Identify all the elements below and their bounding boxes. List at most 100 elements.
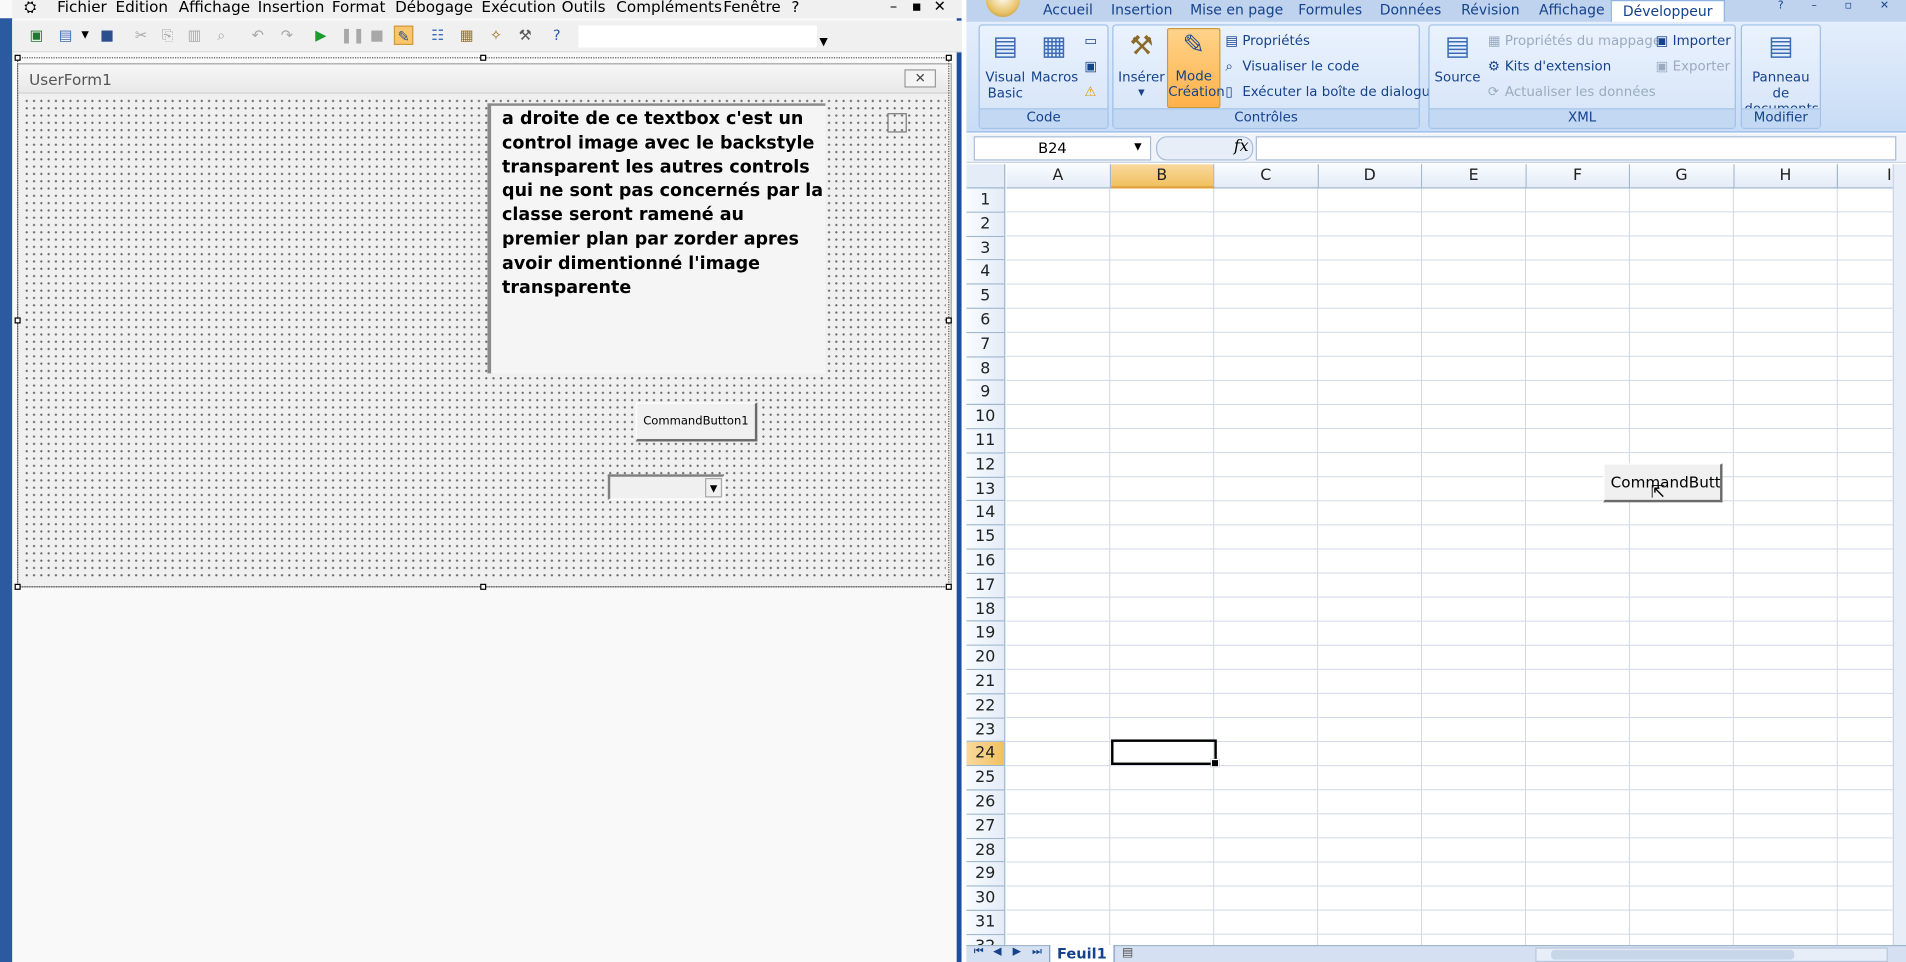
proprietes-mappage-button[interactable]: ▦ Propriétés du mappage bbox=[1488, 33, 1661, 49]
menu-fichier[interactable]: Fichier bbox=[57, 0, 107, 16]
menu-complements[interactable]: Compléments bbox=[616, 0, 722, 16]
tab-revision[interactable]: Révision bbox=[1461, 1, 1519, 18]
help-icon[interactable]: ? bbox=[547, 26, 566, 45]
name-box[interactable]: B24 bbox=[973, 136, 1152, 161]
row-header-18[interactable]: 18 bbox=[966, 597, 1006, 622]
column-header-b[interactable]: B bbox=[1110, 164, 1215, 189]
menu-execution[interactable]: Exécution bbox=[481, 0, 556, 16]
pause-icon[interactable]: ❚❚ bbox=[340, 26, 364, 45]
next-sheet-icon[interactable]: ▶ bbox=[1013, 946, 1021, 958]
column-header-c[interactable]: C bbox=[1214, 164, 1319, 189]
first-sheet-icon[interactable]: ⏮ bbox=[974, 946, 984, 958]
tab-developpeur[interactable]: Développeur bbox=[1610, 0, 1725, 22]
menu-outils[interactable]: Outils bbox=[562, 0, 606, 16]
copy-icon[interactable]: ⎘ bbox=[158, 26, 177, 45]
column-header-a[interactable]: A bbox=[1006, 164, 1111, 189]
column-header-g[interactable]: G bbox=[1630, 164, 1735, 189]
row-header-6[interactable]: 6 bbox=[966, 308, 1006, 333]
row-header-21[interactable]: 21 bbox=[966, 670, 1006, 695]
column-header-d[interactable]: D bbox=[1318, 164, 1423, 189]
row-header-27[interactable]: 27 bbox=[966, 814, 1006, 839]
vbe-close-button[interactable]: ✕ bbox=[934, 0, 946, 15]
menu-insertion[interactable]: Insertion bbox=[258, 0, 325, 16]
run-icon[interactable]: ▶ bbox=[311, 26, 330, 45]
exporter-button[interactable]: ▣ Exporter bbox=[1656, 58, 1731, 74]
tab-accueil[interactable]: Accueil bbox=[1043, 1, 1093, 18]
row-header-32[interactable]: 32 bbox=[966, 935, 1006, 945]
tab-donnees[interactable]: Données bbox=[1380, 1, 1442, 18]
menu-format[interactable]: Format bbox=[332, 0, 386, 16]
macro-security-icon[interactable]: ⚠ bbox=[1084, 84, 1096, 100]
panneau-documents-button[interactable]: ▤ Panneau de documents bbox=[1744, 30, 1818, 117]
resize-handle[interactable] bbox=[945, 54, 952, 61]
select-all-corner[interactable] bbox=[966, 164, 1006, 189]
mode-creation-button[interactable]: ✎ Mode Création bbox=[1166, 27, 1225, 109]
chevron-down-icon[interactable]: ▼ bbox=[705, 477, 723, 498]
row-header-1[interactable]: 1 bbox=[966, 188, 1006, 213]
paste-icon[interactable]: ▥ bbox=[185, 26, 204, 45]
visualiser-code-button[interactable]: ⌕ Visualiser le code bbox=[1225, 58, 1359, 75]
record-macro-icon[interactable]: ▭ bbox=[1084, 33, 1097, 49]
combobox-control[interactable]: ▼ bbox=[607, 474, 725, 500]
project-explorer-icon[interactable]: ☷ bbox=[428, 26, 447, 45]
row-header-7[interactable]: 7 bbox=[966, 332, 1006, 358]
userform-canvas[interactable]: a droite de ce textbox c'est un control … bbox=[23, 97, 946, 581]
tab-formules[interactable]: Formules bbox=[1298, 1, 1362, 18]
row-header-9[interactable]: 9 bbox=[966, 381, 1006, 406]
row-header-17[interactable]: 17 bbox=[966, 573, 1006, 598]
undo-icon[interactable]: ↶ bbox=[248, 26, 267, 45]
column-header-e[interactable]: E bbox=[1422, 164, 1527, 189]
last-sheet-icon[interactable]: ⏭ bbox=[1032, 946, 1042, 958]
command-button-1[interactable]: CommandButton1 bbox=[635, 402, 758, 442]
proprietes-button[interactable]: ▤ Propriétés bbox=[1225, 33, 1310, 49]
column-header-i[interactable]: I bbox=[1837, 164, 1893, 189]
row-header-31[interactable]: 31 bbox=[966, 910, 1006, 936]
relative-refs-icon[interactable]: ▣ bbox=[1084, 58, 1097, 74]
column-header-f[interactable]: F bbox=[1526, 164, 1631, 189]
row-header-16[interactable]: 16 bbox=[966, 549, 1006, 574]
insert-dropdown-icon[interactable]: ▼ bbox=[75, 26, 94, 45]
row-header-30[interactable]: 30 bbox=[966, 886, 1006, 911]
userform-close-button[interactable]: ✕ bbox=[904, 69, 937, 88]
executer-dialogue-button[interactable]: ▯ Exécuter la boîte de dialogue bbox=[1225, 84, 1438, 100]
row-header-23[interactable]: 23 bbox=[966, 718, 1006, 743]
design-mode-icon[interactable]: ✎ bbox=[393, 25, 414, 45]
scroll-thumb[interactable] bbox=[1551, 949, 1795, 960]
menu-affichage[interactable]: Affichage bbox=[179, 0, 250, 16]
row-header-11[interactable]: 11 bbox=[966, 429, 1006, 454]
column-header-h[interactable]: H bbox=[1734, 164, 1838, 189]
active-cell-b24[interactable] bbox=[1111, 739, 1220, 768]
menu-debogage[interactable]: Débogage bbox=[395, 0, 473, 16]
horizontal-scrollbar[interactable] bbox=[1535, 947, 1888, 962]
vbe-app-icon[interactable]: ⛭ bbox=[24, 0, 36, 17]
tab-mise-en-page[interactable]: Mise en page bbox=[1190, 1, 1283, 18]
row-header-25[interactable]: 25 bbox=[966, 766, 1006, 791]
insert-function-icon[interactable]: fx bbox=[1234, 137, 1249, 155]
properties-window-icon[interactable]: ▦ bbox=[457, 26, 476, 45]
menu-help[interactable]: ? bbox=[791, 0, 799, 16]
row-header-12[interactable]: 12 bbox=[966, 453, 1006, 478]
row-header-24[interactable]: 24 bbox=[966, 742, 1006, 767]
view-excel-icon[interactable]: ▣ bbox=[27, 26, 46, 45]
row-header-3[interactable]: 3 bbox=[966, 236, 1006, 261]
row-header-28[interactable]: 28 bbox=[966, 838, 1006, 863]
find-icon[interactable]: ⌕ bbox=[212, 26, 231, 45]
object-browser-icon[interactable]: ✧ bbox=[486, 26, 505, 45]
row-header-14[interactable]: 14 bbox=[966, 501, 1006, 526]
insert-userform-icon[interactable]: ▤ bbox=[56, 26, 75, 45]
row-header-15[interactable]: 15 bbox=[966, 525, 1006, 550]
importer-button[interactable]: ▣ Importer bbox=[1656, 33, 1731, 49]
textbox-control[interactable]: a droite de ce textbox c'est un control … bbox=[487, 103, 826, 374]
office-button-icon[interactable] bbox=[985, 0, 1020, 18]
chevron-down-icon[interactable]: ▼ bbox=[1134, 141, 1141, 152]
cells-area[interactable]: CommandButt ⇱ bbox=[1006, 188, 1893, 945]
row-header-4[interactable]: 4 bbox=[966, 260, 1006, 285]
row-header-13[interactable]: 13 bbox=[966, 477, 1006, 502]
row-header-20[interactable]: 20 bbox=[966, 646, 1006, 671]
row-header-29[interactable]: 29 bbox=[966, 862, 1006, 887]
vbe-restore-button[interactable]: ▪ bbox=[912, 0, 922, 15]
row-header-10[interactable]: 10 bbox=[966, 405, 1006, 430]
row-header-22[interactable]: 22 bbox=[966, 694, 1006, 719]
menu-edition[interactable]: Edition bbox=[115, 0, 168, 16]
row-header-26[interactable]: 26 bbox=[966, 790, 1006, 815]
